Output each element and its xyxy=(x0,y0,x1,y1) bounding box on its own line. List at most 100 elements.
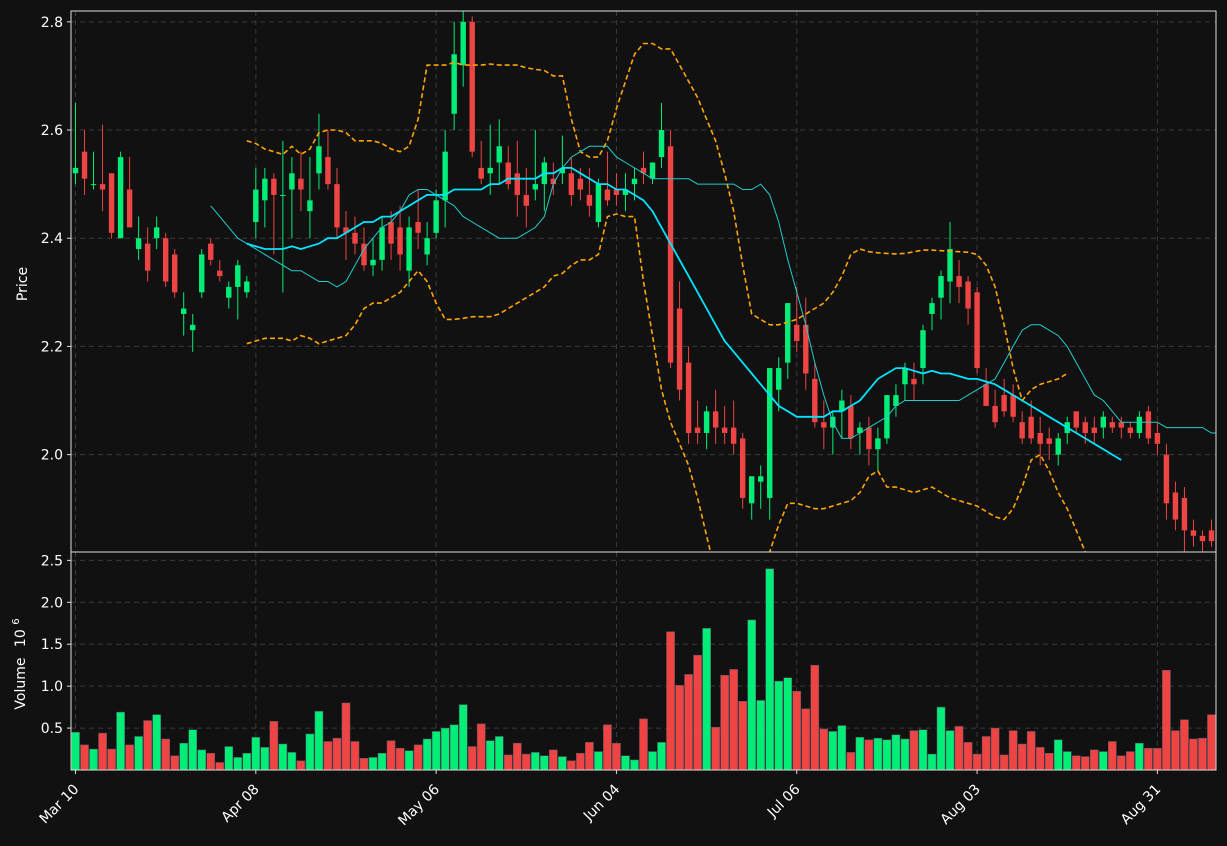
volume-bar xyxy=(783,677,793,770)
candle-body xyxy=(1055,438,1061,455)
volume-bar xyxy=(179,742,189,770)
volume-bar xyxy=(422,738,432,770)
volume-bar xyxy=(945,730,955,770)
candle-body xyxy=(1172,492,1179,520)
candle-body xyxy=(298,178,304,190)
candle-body xyxy=(135,238,142,250)
candle-body xyxy=(388,221,394,244)
volume-bar xyxy=(531,752,540,770)
volume-bar xyxy=(828,731,838,770)
candle-body xyxy=(289,173,295,190)
price-tick-label: 2.2 xyxy=(41,339,63,355)
volume-bar xyxy=(918,729,928,770)
candle-body xyxy=(758,476,764,482)
price-tick-label: 2.0 xyxy=(41,448,63,464)
volume-tick-label: 1.5 xyxy=(41,637,63,653)
volume-bar xyxy=(1035,747,1045,770)
volume-bar xyxy=(260,747,270,770)
volume-bar xyxy=(1089,749,1099,770)
volume-bar xyxy=(702,628,711,770)
candle-body xyxy=(1154,432,1161,444)
candle-body xyxy=(478,167,484,179)
candle-body xyxy=(1199,535,1206,542)
volume-bar xyxy=(873,737,883,770)
candle-body xyxy=(947,249,953,282)
volume-bar xyxy=(125,744,134,770)
volume-bar xyxy=(612,742,621,770)
candle-body xyxy=(99,184,106,190)
candle-body xyxy=(568,173,575,195)
candle-body xyxy=(1001,395,1007,412)
candle-body xyxy=(1019,422,1025,439)
candle-body xyxy=(776,368,782,390)
candle-body xyxy=(794,324,800,342)
volume-bar xyxy=(540,755,549,770)
volume-tick-label: 2.5 xyxy=(41,553,63,569)
volume-bar xyxy=(197,749,207,770)
volume-bar xyxy=(909,730,919,770)
candle-body xyxy=(1100,416,1107,428)
candle-body xyxy=(190,324,196,331)
volume-bar xyxy=(269,721,279,770)
volume-bar xyxy=(224,746,234,770)
price-tick-label: 2.6 xyxy=(41,123,63,139)
volume-bar xyxy=(413,744,423,770)
candle-body xyxy=(1163,454,1170,504)
volume-bar xyxy=(1044,752,1054,770)
candle-body xyxy=(920,330,926,369)
candle-body xyxy=(171,254,178,293)
volume-bar xyxy=(206,752,216,770)
volume-bar xyxy=(801,708,811,770)
candle-body xyxy=(117,157,124,239)
candle-body xyxy=(379,227,385,260)
volume-bar xyxy=(134,736,143,770)
volume-bar xyxy=(990,727,1000,770)
candle-body xyxy=(217,270,223,277)
volume-bar xyxy=(720,675,729,770)
volume-bar xyxy=(395,747,405,770)
candle-body xyxy=(424,238,430,255)
chart-background xyxy=(0,0,1227,842)
candle-body xyxy=(992,405,998,423)
volume-bar xyxy=(864,739,874,770)
candle-body xyxy=(956,276,962,287)
candle-body xyxy=(208,243,214,260)
candle-body xyxy=(532,184,539,190)
volume-bar xyxy=(1108,741,1117,770)
candle-body xyxy=(397,227,403,255)
candle-body xyxy=(875,438,881,450)
volume-bar xyxy=(1098,751,1108,770)
volume-bar xyxy=(431,731,441,770)
candle-body xyxy=(162,238,169,282)
candle-body xyxy=(72,167,79,174)
volume-bar xyxy=(107,748,116,770)
candle-body xyxy=(1010,395,1016,417)
candle-body xyxy=(812,378,818,423)
candle-body xyxy=(1127,427,1134,433)
candle-body xyxy=(649,162,656,179)
candle-body xyxy=(1190,530,1197,536)
volume-bar xyxy=(161,738,170,770)
volume-bar xyxy=(80,744,89,770)
volume-bar xyxy=(747,619,756,770)
volume-bar xyxy=(1207,714,1216,770)
candle-body xyxy=(352,232,358,244)
volume-bar xyxy=(521,753,531,770)
candle-body xyxy=(974,292,980,369)
candle-body xyxy=(1208,530,1215,542)
volume-bar xyxy=(756,700,766,770)
candle-body xyxy=(721,427,728,433)
candle-body xyxy=(1082,422,1088,433)
candle-body xyxy=(785,303,791,363)
volume-tick-label: 0.5 xyxy=(41,721,63,737)
volume-bar xyxy=(558,756,567,770)
volume-bar xyxy=(188,729,198,770)
volume-bar xyxy=(152,714,161,770)
candle-body xyxy=(685,362,692,433)
volume-bar xyxy=(215,762,225,770)
volume-bar xyxy=(765,568,775,770)
volume-bar xyxy=(900,738,910,770)
volume-bar xyxy=(242,752,252,770)
volume-bar xyxy=(657,742,666,770)
volume-bar xyxy=(359,758,369,770)
